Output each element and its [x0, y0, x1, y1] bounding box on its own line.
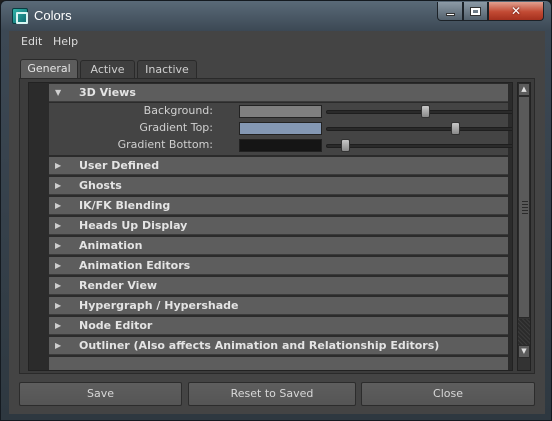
gradient-bottom-label: Gradient Bottom:: [117, 138, 213, 151]
section-label: Node Editor: [79, 319, 153, 332]
background-slider-handle[interactable]: [420, 105, 430, 118]
minimize-button[interactable]: [437, 2, 463, 21]
gradient-bottom-color-swatch[interactable]: [239, 139, 322, 152]
tab-panel: ▼ 3D Views Background: Gradient Top: Gra…: [19, 78, 535, 374]
section-label: Hypergraph / Hypershade: [79, 299, 239, 312]
triangle-right-icon[interactable]: ▶: [55, 237, 61, 255]
maximize-button[interactable]: [463, 2, 488, 21]
section-node-editor[interactable]: ▶ Node Editor: [49, 317, 508, 335]
scrollbar-thumb[interactable]: [518, 96, 530, 318]
background-label: Background:: [143, 104, 213, 117]
triangle-right-icon[interactable]: ▶: [55, 337, 61, 355]
section-label: Animation Editors: [79, 259, 191, 272]
tab-inactive[interactable]: Inactive: [137, 60, 197, 79]
section-user-defined[interactable]: ▶ User Defined: [49, 157, 508, 175]
triangle-right-icon[interactable]: ▶: [55, 177, 61, 195]
scroll-down-button[interactable]: ▼: [518, 345, 530, 358]
save-button[interactable]: Save: [19, 382, 182, 406]
vertical-scrollbar[interactable]: ▲ ▼: [517, 82, 531, 371]
menu-bar: Edit Help: [9, 31, 545, 53]
triangle-right-icon[interactable]: ▶: [55, 217, 61, 235]
triangle-right-icon[interactable]: ▶: [55, 277, 61, 295]
section-label: Render View: [79, 279, 158, 292]
section-label: Ghosts: [79, 179, 122, 192]
section-label: Heads Up Display: [79, 219, 188, 232]
gradient-top-slider[interactable]: [326, 127, 512, 131]
reset-to-saved-button[interactable]: Reset to Saved: [188, 382, 356, 406]
background-color-swatch[interactable]: [239, 105, 322, 118]
section-3d-views-body: Background: Gradient Top: Gradient Botto…: [49, 103, 512, 155]
scrollbar-track[interactable]: [518, 319, 530, 345]
triangle-right-icon[interactable]: ▶: [55, 257, 61, 275]
title-bar[interactable]: Colors ✕: [1, 1, 552, 31]
section-animation-editors[interactable]: ▶ Animation Editors: [49, 257, 508, 275]
grip-icon: [522, 201, 528, 215]
window-frame: Colors ✕ Edit Help General Active Inacti…: [0, 0, 552, 421]
tab-active[interactable]: Active: [80, 60, 135, 79]
section-label: User Defined: [79, 159, 160, 172]
gradient-bottom-slider-handle[interactable]: [341, 139, 351, 152]
menu-help[interactable]: Help: [53, 35, 78, 48]
section-label: IK/FK Blending: [79, 199, 171, 212]
section-outliner[interactable]: ▶ Outliner (Also affects Animation and R…: [49, 337, 508, 355]
triangle-down-icon[interactable]: ▼: [55, 84, 61, 102]
triangle-right-icon[interactable]: ▶: [55, 297, 61, 315]
background-slider[interactable]: [326, 110, 512, 114]
section-ghosts[interactable]: ▶ Ghosts: [49, 177, 508, 195]
dialog-client: Edit Help General Active Inactive ▼ 3D V…: [9, 31, 545, 414]
triangle-right-icon[interactable]: ▶: [55, 197, 61, 215]
section-3d-views[interactable]: ▼ 3D Views: [49, 84, 508, 102]
app-icon[interactable]: [12, 8, 28, 24]
gradient-top-color-swatch[interactable]: [239, 122, 322, 135]
close-icon: ✕: [510, 4, 522, 18]
scroll-up-button[interactable]: ▲: [518, 83, 530, 96]
section-animation[interactable]: ▶ Animation: [49, 237, 508, 255]
section-partial-next: [49, 357, 508, 370]
section-label: 3D Views: [79, 86, 136, 99]
section-hypergraph-hypershade[interactable]: ▶ Hypergraph / Hypershade: [49, 297, 508, 315]
window-title: Colors: [34, 8, 72, 23]
gradient-top-label: Gradient Top:: [139, 121, 213, 134]
minimize-icon: [445, 12, 455, 16]
tab-general[interactable]: General: [20, 59, 78, 79]
sections-scroll-area: ▼ 3D Views Background: Gradient Top: Gra…: [28, 82, 513, 371]
maximize-icon: [470, 6, 481, 16]
close-window-button[interactable]: ✕: [488, 2, 544, 21]
section-label: Animation: [79, 239, 143, 252]
section-label: Outliner (Also affects Animation and Rel…: [79, 339, 440, 352]
gradient-top-slider-handle[interactable]: [450, 122, 460, 135]
gradient-bottom-slider[interactable]: [326, 144, 512, 148]
section-heads-up-display[interactable]: ▶ Heads Up Display: [49, 217, 508, 235]
triangle-right-icon[interactable]: ▶: [55, 157, 61, 175]
section-ik-fk-blending[interactable]: ▶ IK/FK Blending: [49, 197, 508, 215]
section-render-view[interactable]: ▶ Render View: [49, 277, 508, 295]
close-button[interactable]: Close: [361, 382, 535, 406]
menu-edit[interactable]: Edit: [21, 35, 42, 48]
triangle-right-icon[interactable]: ▶: [55, 317, 61, 335]
